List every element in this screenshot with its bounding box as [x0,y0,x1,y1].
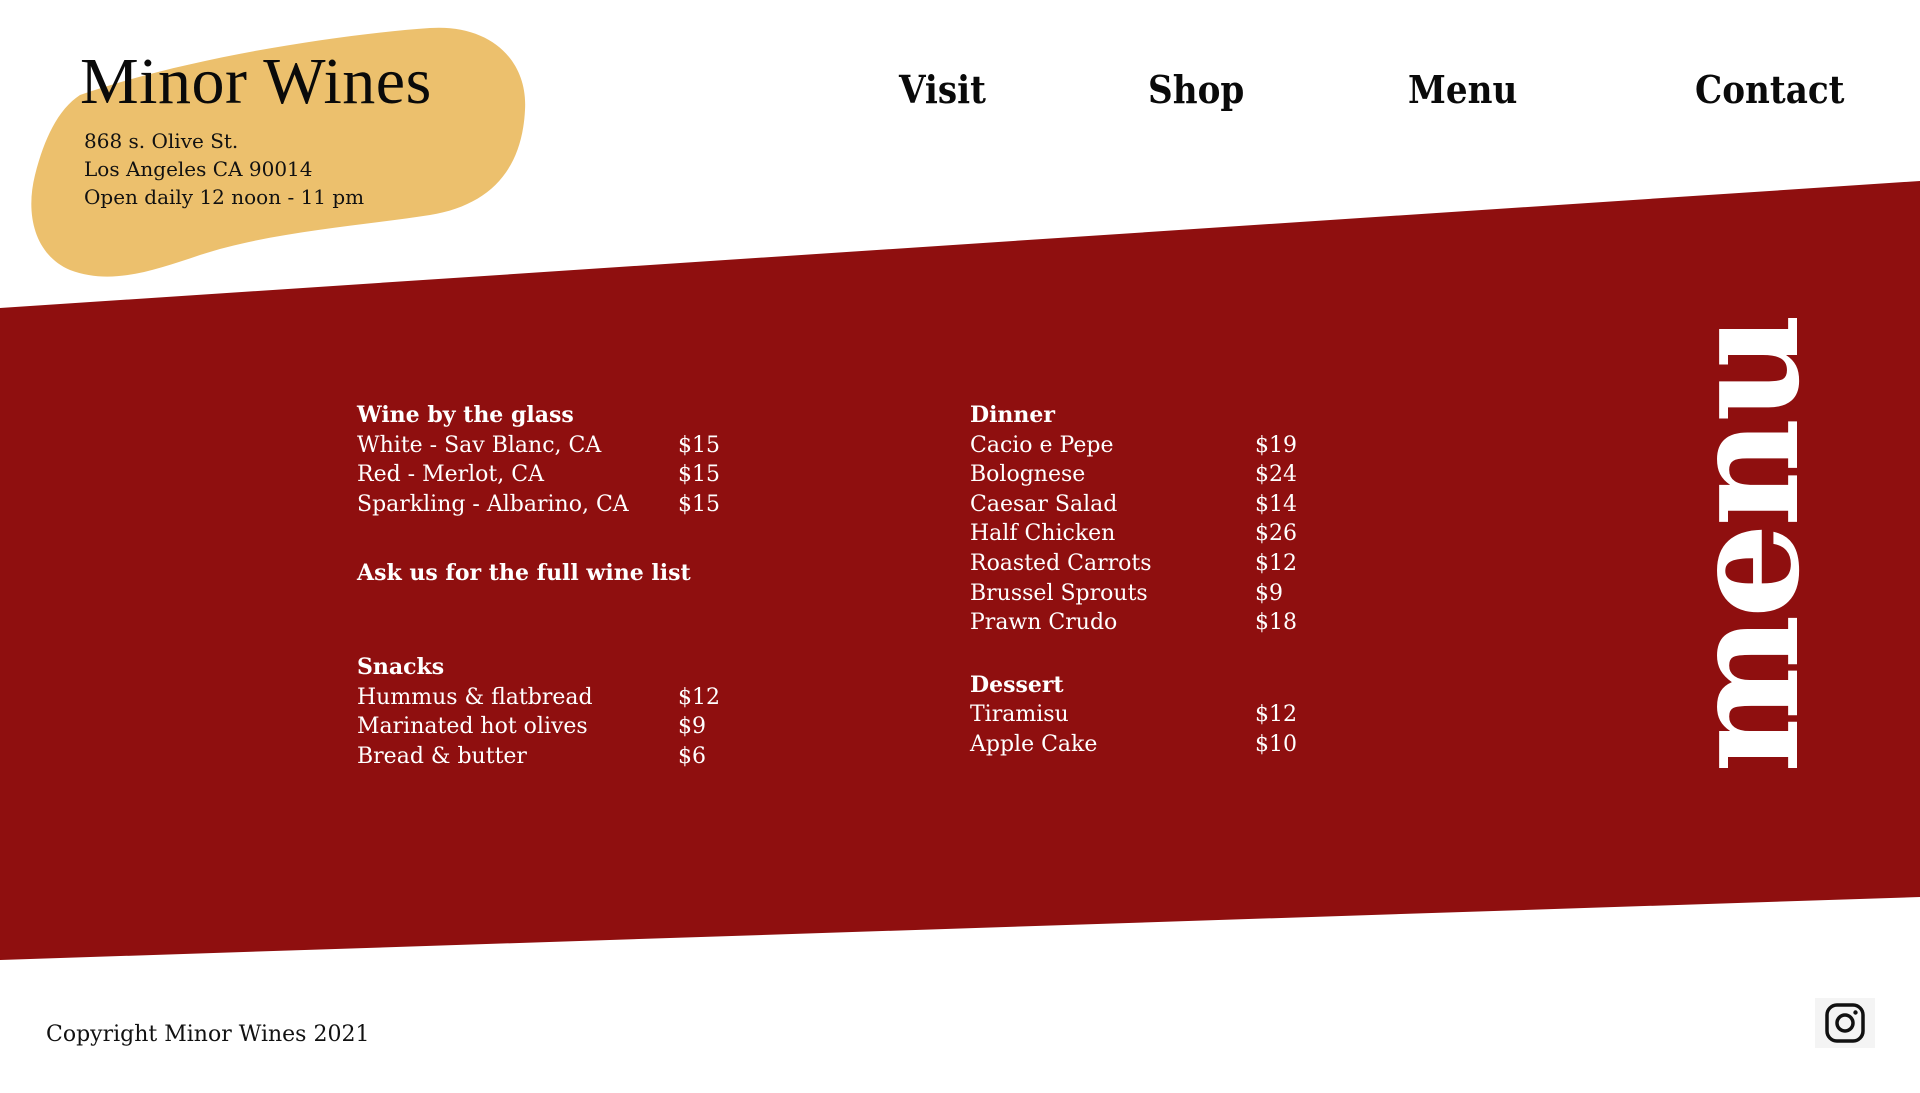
menu-item-name: Hummus & flatbread [357,684,593,710]
menu-item-price: $9 [678,714,706,740]
dinner-list: Cacio e Pepe $19 Bolognese $24 Caesar Salad $… [970,431,1390,638]
menu-item-name: Half Chicken [970,521,1116,547]
nav-visit[interactable]: Visit [899,62,986,118]
menu-item-price: $10 [1255,731,1297,757]
menu-item: Tiramisu $12 [970,700,1390,730]
menu-item: Red - Merlot, CA $15 [357,460,777,490]
address-block: 868 s. Olive St. Los Angeles CA 90014 Op… [84,127,364,211]
menu-column-right: Dinner Cacio e Pepe $19 Bolognese $24 Caesar… [970,401,1390,760]
snacks-list: Hummus & flatbread $12 Marinated hot olive… [357,683,777,772]
menu-item: Cacio e Pepe $19 [970,431,1390,461]
menu-item: White - Sav Blanc, CA $15 [357,431,777,461]
nav-contact[interactable]: Contact [1695,62,1844,118]
menu-item: Sparkling - Albarino, CA $15 [357,490,777,520]
menu-item-name: Bread & butter [357,743,527,769]
menu-item-price: $14 [1255,491,1297,517]
menu-item-name: Cacio e Pepe [970,432,1114,458]
address-city: Los Angeles CA 90014 [84,157,313,181]
menu-item-price: $24 [1255,462,1297,488]
instagram-link[interactable] [1815,998,1875,1048]
menu-item-price: $12 [1255,550,1297,576]
menu-item: Prawn Crudo $18 [970,608,1390,638]
section-heading-snacks: Snacks [357,653,445,680]
wine-list: White - Sav Blanc, CA $15 Red - Merlot, CA… [357,431,777,520]
instagram-icon [1825,1003,1865,1043]
menu-item: Apple Cake $10 [970,730,1390,760]
menu-item: Bread & butter $6 [357,742,777,772]
menu-item-name: Prawn Crudo [970,610,1118,636]
brand-title: Minor Wines [80,45,432,118]
menu-item-name: Red - Merlot, CA [357,462,544,488]
section-heading-dessert: Dessert [970,671,1064,698]
menu-item-price: $15 [678,432,720,458]
menu-item: Half Chicken $26 [970,519,1390,549]
nav-menu[interactable]: Menu [1408,62,1517,118]
opening-hours: Open daily 12 noon - 11 pm [84,185,365,209]
menu-item-price: $26 [1255,521,1297,547]
menu-item-name: Tiramisu [970,702,1069,728]
address-street: 868 s. Olive St. [84,129,239,153]
menu-item: Hummus & flatbread $12 [357,683,777,713]
menu-item: Roasted Carrots $12 [970,549,1390,579]
menu-item-name: Roasted Carrots [970,550,1152,576]
menu-item-name: Brussel Sprouts [970,580,1148,606]
menu-column-left: Wine by the glass White - Sav Blanc, CA $… [357,401,777,771]
section-heading-wine: Wine by the glass [357,402,574,428]
dessert-list: Tiramisu $12 Apple Cake $10 [970,700,1390,759]
vertical-menu-title: menu [1657,316,1833,774]
menu-band [0,181,1920,960]
menu-item-name: Apple Cake [970,731,1098,757]
menu-item-name: White - Sav Blanc, CA [357,432,602,458]
menu-item: Marinated hot olives $9 [357,712,777,742]
copyright-text: Copyright Minor Wines 2021 [46,1022,370,1047]
wine-list-note: Ask us for the full wine list [357,560,691,587]
menu-item: Brussel Sprouts $9 [970,579,1390,609]
menu-item-name: Sparkling - Albarino, CA [357,491,629,517]
menu-item-price: $9 [1255,580,1283,606]
menu-item-price: $12 [1255,702,1297,728]
menu-item-price: $6 [678,743,706,769]
menu-item: Bolognese $24 [970,460,1390,490]
menu-item-price: $15 [678,462,720,488]
menu-item: Caesar Salad $14 [970,490,1390,520]
nav-shop[interactable]: Shop [1148,62,1244,118]
menu-item-price: $18 [1255,610,1297,636]
menu-item-name: Caesar Salad [970,491,1118,517]
menu-item-price: $15 [678,491,720,517]
menu-item-price: $19 [1255,432,1297,458]
menu-item-price: $12 [678,684,720,710]
menu-item-name: Marinated hot olives [357,714,588,740]
section-heading-dinner: Dinner [970,402,1056,428]
menu-item-name: Bolognese [970,462,1086,488]
